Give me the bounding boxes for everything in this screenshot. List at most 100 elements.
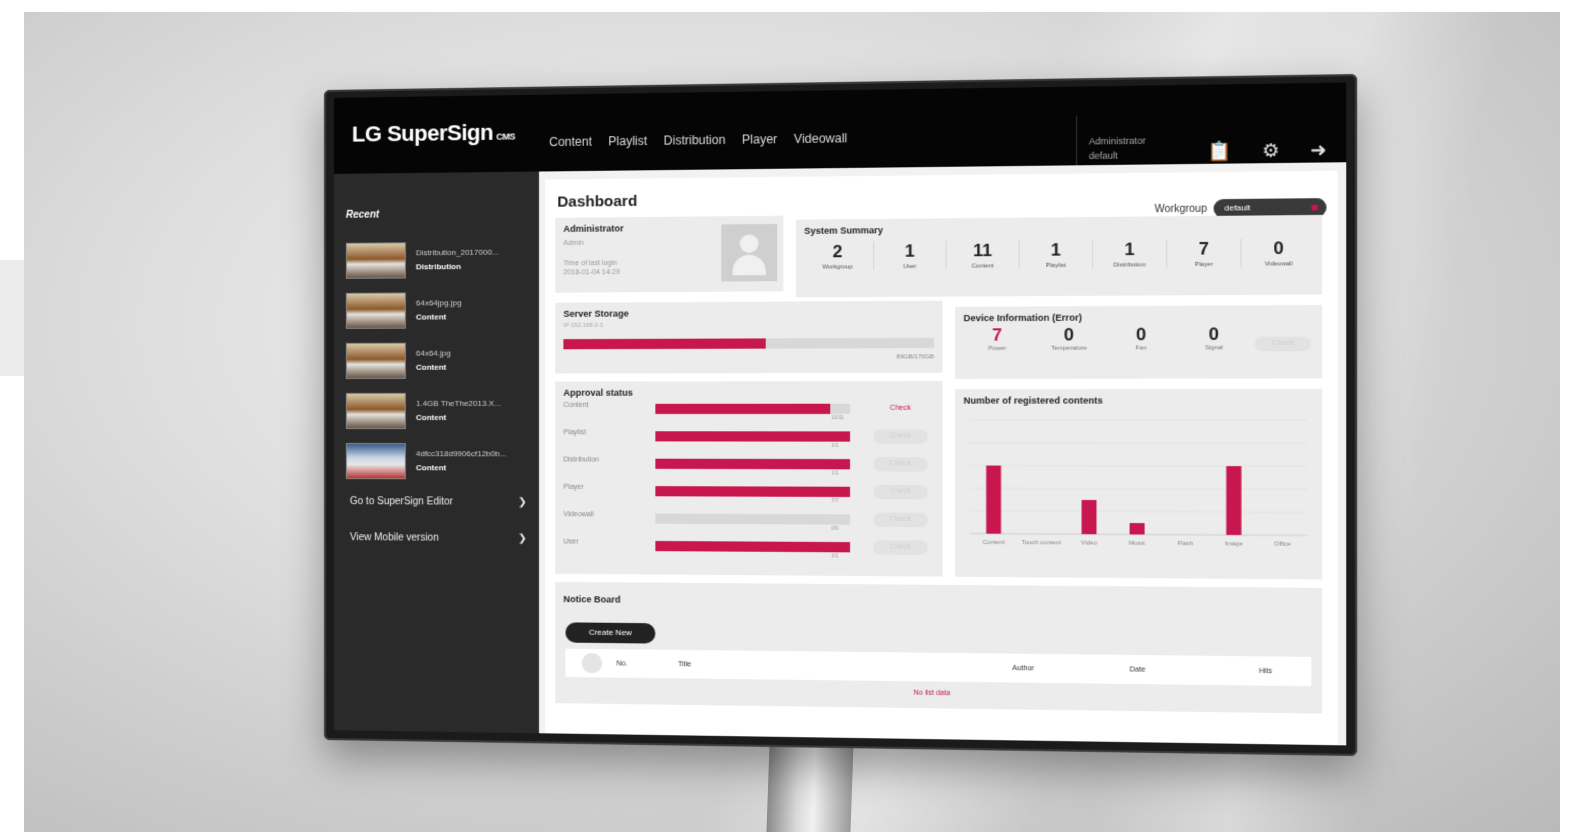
recent-item[interactable]: 64x64.jpg Content (345, 335, 533, 386)
chart-category-label: Video (1081, 540, 1098, 546)
approval-bar (655, 403, 851, 414)
recent-item[interactable]: 4dfcc318d9906cf12b0b... Content (345, 436, 533, 487)
chart-bar[interactable] (986, 465, 1002, 534)
approval-label: Distribution (563, 456, 600, 464)
logout-icon[interactable]: ➜ (1310, 139, 1326, 161)
approval-label: Player (563, 483, 584, 491)
col-author[interactable]: Author (1012, 664, 1129, 673)
chart-category-label: Image (1225, 541, 1244, 547)
approval-bar (655, 486, 851, 498)
device-fan[interactable]: 0 Fan (1105, 324, 1177, 352)
approval-bar (655, 458, 851, 470)
nav-player[interactable]: Player (742, 132, 777, 147)
col-title[interactable]: Title (678, 661, 1012, 672)
select-all-checkbox[interactable] (581, 652, 603, 674)
approval-check-button[interactable]: Check (873, 484, 928, 500)
summary-label: Playlist (1045, 262, 1066, 270)
gear-icon[interactable]: ⚙ (1262, 140, 1280, 162)
recent-item-name: 64x64.jpg (415, 348, 451, 358)
approval-row: Player 7/7 Check (563, 484, 934, 512)
nav-distribution[interactable]: Distribution (664, 133, 726, 148)
approval-row: Content 10/11 Check (563, 402, 934, 429)
device-temperature[interactable]: 0 Temperature (1033, 325, 1105, 352)
mobile-version-link[interactable]: View Mobile version ❯ (350, 532, 527, 544)
approval-row: Playlist 1/1 Check (563, 429, 934, 456)
clipboard-icon[interactable]: 📋 (1207, 141, 1231, 163)
go-to-editor-link[interactable]: Go to SuperSign Editor ❯ (350, 496, 527, 508)
summary-value: 1 (1050, 240, 1061, 260)
recent-item[interactable]: Distribution_2017000... Distribution (345, 234, 533, 286)
chart-bar[interactable] (1129, 523, 1145, 535)
device-check-button[interactable]: Check (1254, 336, 1312, 352)
approval-label: Videowall (563, 511, 594, 519)
approval-bar-fill (655, 486, 851, 498)
approval-status: Approval status Content 10/11 Check Play… (555, 381, 943, 577)
recent-item[interactable]: 1.4GB TheThe2013.X... Content (345, 386, 533, 436)
approval-check-button[interactable]: Check (873, 457, 928, 472)
approval-bar (655, 513, 851, 525)
approval-check-button[interactable]: Check (873, 402, 928, 416)
device-row: 7 Power 0 Temperature 0 Fan 0 Signal (961, 324, 1250, 352)
monitor: LG SuperSign CMS Content Playlist Distrib… (324, 73, 1358, 757)
device-power[interactable]: 7 Power (961, 325, 1033, 352)
recent-item-type: Content (415, 362, 447, 372)
storage-ip: IP 192.168.0.3 (563, 322, 604, 330)
admin-card: Administrator Admin Time of last login 2… (555, 215, 784, 293)
device-signal[interactable]: 0 Signal (1177, 324, 1250, 351)
summary-distribution[interactable]: 1 Distribution (1092, 239, 1167, 269)
approval-bar-fill (655, 540, 851, 553)
top-icons: 📋 ⚙ ➜ (1207, 139, 1326, 162)
user-name: Administrator (1088, 135, 1146, 147)
app-logo[interactable]: LG SuperSign CMS (352, 119, 515, 147)
summary-playlist[interactable]: 1 Playlist (1018, 239, 1093, 270)
chart-bar[interactable] (1226, 466, 1242, 536)
device-value: 0 (1208, 324, 1219, 345)
summary-workgroup[interactable]: 2 Workgroup (802, 242, 873, 271)
approval-check-button[interactable]: Check (873, 540, 928, 555)
summary-videowall[interactable]: 0 Videowall (1240, 237, 1316, 268)
nav-videowall[interactable]: Videowall (794, 131, 847, 146)
system-summary: System Summary 2 Workgroup 1 User 11 Conten… (795, 214, 1323, 298)
summary-value: 2 (832, 241, 843, 262)
approval-label: Playlist (563, 429, 587, 437)
editor-link-label: Go to SuperSign Editor (349, 496, 453, 508)
summary-player[interactable]: 7 Player (1166, 238, 1241, 269)
server-storage: Server Storage IP 192.168.0.3 89GB/170GB (555, 300, 943, 374)
col-date[interactable]: Date (1130, 666, 1259, 675)
page-title: Dashboard (557, 192, 638, 211)
nav-playlist[interactable]: Playlist (608, 134, 647, 149)
registered-contents-chart: Number of registered contents Content Tou… (955, 388, 1323, 580)
approval-check-button[interactable]: Check (873, 512, 928, 528)
no-data-message: No list data (913, 689, 951, 698)
chart-gridline (970, 511, 1307, 512)
summary-label: Distribution (1113, 262, 1146, 269)
chart-gridline (970, 488, 1307, 489)
chart-title: Number of registered contents (963, 395, 1103, 406)
approval-row: Distribution 1/1 Check (563, 456, 934, 483)
chart-bar[interactable] (1081, 499, 1097, 535)
approval-check-button[interactable]: Check (873, 429, 928, 444)
product-photo: LG SuperSign CMS Content Playlist Distrib… (24, 12, 1560, 832)
col-no[interactable]: No. (616, 660, 678, 668)
storage-title: Server Storage (563, 308, 629, 319)
approval-count: 1/1 (831, 553, 839, 560)
recent-item[interactable]: 64x64jpg.jpg Content (345, 285, 533, 336)
logo-text: LG SuperSign (351, 119, 494, 147)
sidebar: Recent Distribution_2017000... Distributi… (333, 171, 540, 734)
summary-user[interactable]: 1 User (873, 240, 946, 271)
monitor-screen: LG SuperSign CMS Content Playlist Distrib… (333, 82, 1347, 746)
summary-label: User (903, 263, 917, 271)
summary-content[interactable]: 11 Content (945, 240, 1019, 270)
summary-label: Player (1194, 261, 1214, 269)
nav-content[interactable]: Content (549, 134, 592, 149)
col-hits[interactable]: Hits (1259, 667, 1272, 674)
summary-value: 0 (1273, 238, 1284, 259)
approval-count: 10/11 (831, 415, 844, 422)
summary-title: System Summary (804, 225, 884, 236)
summary-value: 11 (973, 240, 993, 261)
device-value: 0 (1063, 324, 1074, 345)
recent-item-type: Content (415, 412, 447, 423)
notice-table-header: No. Title Author Date Hits (565, 648, 1312, 687)
admin-role: Admin (563, 239, 584, 248)
create-new-button[interactable]: Create New (565, 622, 656, 644)
